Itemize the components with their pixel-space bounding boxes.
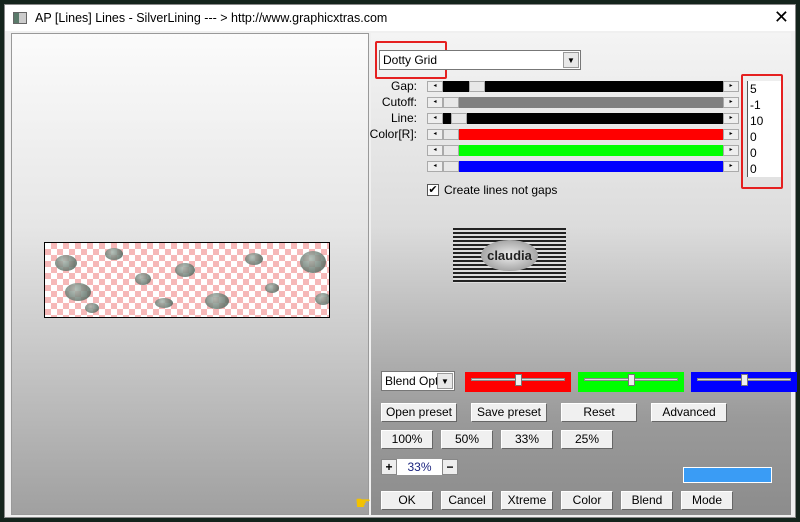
checkbox-label: Create lines not gaps bbox=[444, 183, 558, 197]
slider-thumb[interactable] bbox=[627, 374, 635, 386]
slider-track[interactable] bbox=[443, 129, 723, 140]
arrow-right-icon[interactable]: ▸ bbox=[723, 113, 739, 124]
control-label: Line: bbox=[390, 111, 417, 125]
preview-blob bbox=[65, 283, 91, 301]
control-label: Cutoff: bbox=[381, 95, 417, 109]
arrow-left-icon[interactable]: ◂ bbox=[427, 161, 443, 172]
slider-track[interactable] bbox=[443, 81, 723, 92]
blend-select[interactable]: Blend Opti ▼ bbox=[381, 371, 455, 391]
slider-thumb[interactable] bbox=[443, 145, 459, 156]
slider-track[interactable] bbox=[443, 145, 723, 156]
control-slider[interactable]: ◂ ▸ bbox=[427, 97, 739, 108]
advanced-button[interactable]: Advanced bbox=[651, 403, 727, 422]
preview-blob bbox=[205, 293, 229, 309]
chevron-down-icon[interactable]: ▼ bbox=[563, 52, 579, 68]
zoom-value[interactable]: 33% bbox=[397, 459, 442, 475]
create-lines-checkbox[interactable]: ✔ Create lines not gaps bbox=[427, 183, 557, 197]
xtreme-button[interactable]: Xtreme bbox=[501, 491, 553, 510]
zoom-100-button[interactable]: 100% bbox=[381, 430, 433, 449]
slider-thumb[interactable] bbox=[443, 97, 459, 108]
preset-select[interactable]: Dotty Grid ▼ bbox=[379, 50, 581, 70]
ok-button[interactable]: OK bbox=[381, 491, 433, 510]
zoom-plus-button[interactable]: + bbox=[381, 459, 397, 475]
zoom-33-button[interactable]: 33% bbox=[501, 430, 553, 449]
preview-panel bbox=[11, 33, 369, 515]
slider-thumb[interactable] bbox=[514, 374, 522, 386]
slider-track[interactable] bbox=[443, 161, 723, 172]
save-preset-button[interactable]: Save preset bbox=[471, 403, 547, 422]
open-preset-button[interactable]: Open preset bbox=[381, 403, 457, 422]
preview-blob bbox=[175, 263, 195, 277]
logo-image: claudia bbox=[453, 228, 566, 283]
slider-thumb[interactable] bbox=[740, 374, 748, 386]
preview-blob bbox=[135, 273, 151, 285]
preview-image bbox=[44, 242, 330, 318]
blend-button[interactable]: Blend bbox=[621, 491, 673, 510]
control-slider[interactable]: ◂ ▸ bbox=[427, 145, 739, 156]
arrow-right-icon[interactable]: ▸ bbox=[723, 145, 739, 156]
pointing-hand-icon: ☛ bbox=[355, 493, 372, 513]
color-slider[interactable] bbox=[691, 372, 797, 392]
close-icon[interactable]: ✕ bbox=[774, 8, 789, 26]
preview-blob bbox=[105, 248, 123, 260]
slider-track[interactable] bbox=[443, 113, 723, 124]
zoom-50-button[interactable]: 50% bbox=[441, 430, 493, 449]
preview-blob bbox=[55, 255, 77, 271]
color-slider[interactable] bbox=[578, 372, 684, 392]
slider-thumb[interactable] bbox=[443, 161, 459, 172]
chevron-down-icon[interactable]: ▼ bbox=[437, 373, 453, 389]
checkbox-check-icon[interactable]: ✔ bbox=[427, 184, 439, 196]
dialog-window: AP [Lines] Lines - SilverLining --- > ht… bbox=[4, 4, 797, 518]
preview-blob bbox=[245, 253, 263, 265]
controls-panel: Dotty Grid ▼ Gap: ◂ ▸ Cutoff: ◂ ▸ Line: ◂ ▸ Color… bbox=[355, 33, 797, 515]
arrow-left-icon[interactable]: ◂ bbox=[427, 113, 443, 124]
control-slider[interactable]: ◂ ▸ bbox=[427, 113, 739, 124]
preview-blob bbox=[155, 298, 173, 308]
title-bar: AP [Lines] Lines - SilverLining --- > ht… bbox=[5, 5, 795, 31]
slider-thumb[interactable] bbox=[443, 129, 459, 140]
color-slider[interactable] bbox=[465, 372, 571, 392]
slider-thumb[interactable] bbox=[469, 81, 486, 92]
zoom-25-button[interactable]: 25% bbox=[561, 430, 613, 449]
window-title: AP [Lines] Lines - SilverLining --- > ht… bbox=[35, 11, 388, 25]
arrow-left-icon[interactable]: ◂ bbox=[427, 81, 443, 92]
blend-select-value: Blend Opti bbox=[385, 374, 442, 388]
slider-thumb[interactable] bbox=[450, 113, 467, 124]
preview-blob bbox=[265, 283, 279, 293]
preview-blob bbox=[300, 251, 326, 273]
reset-button[interactable]: Reset bbox=[561, 403, 637, 422]
control-slider[interactable]: ◂ ▸ bbox=[427, 129, 739, 140]
arrow-right-icon[interactable]: ▸ bbox=[723, 97, 739, 108]
zoom-stepper: + 33% − bbox=[381, 459, 458, 475]
arrow-right-icon[interactable]: ▸ bbox=[723, 129, 739, 140]
control-slider[interactable]: ◂ ▸ bbox=[427, 81, 739, 92]
arrow-left-icon[interactable]: ◂ bbox=[427, 145, 443, 156]
preview-blob bbox=[85, 303, 99, 313]
control-slider[interactable]: ◂ ▸ bbox=[427, 161, 739, 172]
logo-text: claudia bbox=[481, 240, 538, 271]
control-label: Color[R]: bbox=[369, 127, 417, 141]
arrow-right-icon[interactable]: ▸ bbox=[723, 81, 739, 92]
arrow-left-icon[interactable]: ◂ bbox=[427, 129, 443, 140]
zoom-minus-button[interactable]: − bbox=[442, 459, 458, 475]
highlight-box bbox=[741, 74, 783, 189]
slider-track[interactable] bbox=[443, 97, 723, 108]
color-button[interactable]: Color bbox=[561, 491, 613, 510]
cancel-button[interactable]: Cancel bbox=[441, 491, 493, 510]
control-label: Gap: bbox=[390, 79, 417, 93]
preview-blob bbox=[315, 293, 329, 305]
preset-select-value: Dotty Grid bbox=[383, 53, 438, 67]
arrow-left-icon[interactable]: ◂ bbox=[427, 97, 443, 108]
app-icon bbox=[13, 12, 27, 24]
color-swatch[interactable] bbox=[683, 467, 772, 483]
mode-button[interactable]: Mode bbox=[681, 491, 733, 510]
arrow-right-icon[interactable]: ▸ bbox=[723, 161, 739, 172]
